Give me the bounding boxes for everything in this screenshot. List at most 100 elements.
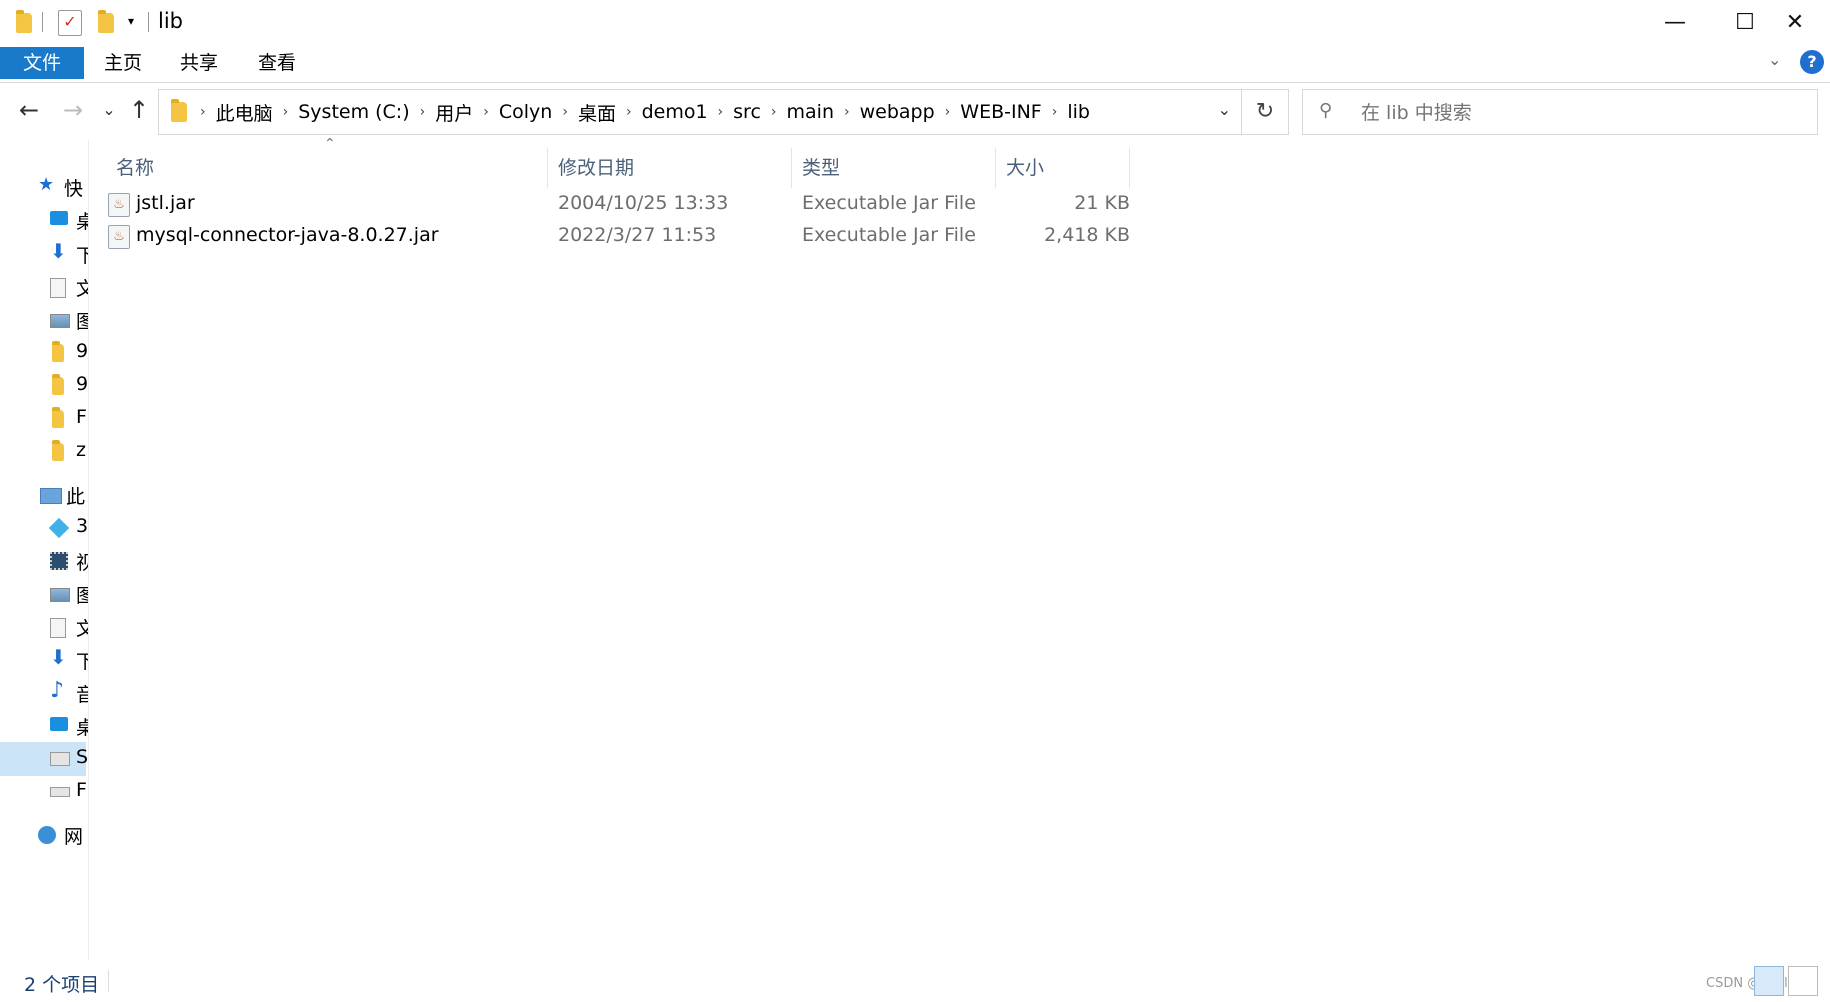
divider: [108, 970, 109, 992]
help-icon[interactable]: ?: [1800, 50, 1824, 74]
computer-icon: [40, 488, 62, 504]
sidebar-item-folder[interactable]: 9: [0, 336, 89, 370]
chevron-right-icon[interactable]: ›: [197, 104, 209, 120]
network-icon: [38, 826, 56, 844]
column-header-type[interactable]: 类型: [792, 148, 996, 188]
drive-icon: [50, 787, 70, 797]
picture-icon: [50, 588, 70, 602]
sidebar-item-folder[interactable]: F: [0, 402, 87, 436]
breadcrumb-item[interactable]: Colyn: [492, 101, 559, 123]
download-icon: ⬇: [50, 645, 67, 669]
chevron-right-icon[interactable]: ›: [559, 104, 571, 120]
tab-file[interactable]: 文件: [0, 47, 84, 79]
sidebar-item-pictures[interactable]: 图: [0, 303, 88, 337]
breadcrumb-item[interactable]: 用户: [428, 99, 480, 126]
details-view-button[interactable]: [1754, 966, 1784, 996]
tab-share[interactable]: 共享: [172, 47, 226, 79]
window-title: lib: [158, 9, 183, 33]
breadcrumb-item[interactable]: webapp: [853, 101, 942, 123]
customize-toolbar-icon[interactable]: ▾: [128, 14, 134, 38]
close-button[interactable]: ✕: [1760, 0, 1830, 44]
tab-view[interactable]: 查看: [250, 47, 304, 79]
chevron-right-icon[interactable]: ›: [417, 104, 429, 120]
sidebar-item-pictures[interactable]: 图: [0, 577, 88, 611]
file-type: Executable Jar File: [802, 192, 976, 214]
sidebar-item-desktop[interactable]: 桌: [0, 709, 88, 743]
sidebar-item-system-drive[interactable]: S: [0, 742, 88, 776]
chevron-right-icon[interactable]: ›: [280, 104, 292, 120]
back-button[interactable]: ←: [14, 95, 44, 125]
breadcrumb-item[interactable]: WEB-INF: [953, 101, 1048, 123]
divider: [148, 12, 149, 32]
navigation-bar: ← → ⌄ ↑ › 此电脑 › System (C:) › 用户 › Colyn…: [0, 83, 1830, 139]
breadcrumb-item[interactable]: demo1: [635, 101, 715, 123]
sidebar-item-label: F: [76, 779, 87, 801]
sidebar-item-drive[interactable]: F: [0, 775, 87, 809]
3d-objects-icon: [48, 517, 70, 539]
sidebar-item-network[interactable]: 网: [0, 818, 86, 852]
title-bar: ✓ ▾ lib — ☐ ✕: [0, 0, 1830, 44]
sidebar-item-label: 快: [64, 178, 84, 200]
up-button[interactable]: ↑: [124, 95, 154, 125]
address-bar[interactable]: › 此电脑 › System (C:) › 用户 › Colyn › 桌面 › …: [158, 89, 1242, 135]
properties-icon[interactable]: ✓: [58, 10, 82, 36]
chevron-right-icon[interactable]: ›: [942, 104, 954, 120]
column-header-name[interactable]: 名称: [106, 148, 548, 188]
chevron-right-icon[interactable]: ›: [768, 104, 780, 120]
tab-home[interactable]: 主页: [96, 47, 150, 79]
chevron-right-icon[interactable]: ›: [480, 104, 492, 120]
forward-button[interactable]: →: [58, 95, 88, 125]
breadcrumb-item[interactable]: System (C:): [291, 101, 416, 123]
sidebar-item-documents[interactable]: 文: [0, 610, 88, 644]
sidebar-item-label: F: [76, 406, 87, 428]
folder-icon: [171, 99, 187, 122]
breadcrumb-item[interactable]: 此电脑: [209, 99, 280, 126]
sidebar-item-downloads[interactable]: ⬇ 下: [0, 643, 88, 677]
search-input[interactable]: [1359, 98, 1803, 128]
sidebar-item-this-pc[interactable]: 此: [0, 478, 86, 512]
breadcrumb-item[interactable]: 桌面: [571, 99, 623, 126]
large-icons-view-button[interactable]: [1788, 966, 1818, 996]
sidebar-item-documents[interactable]: 文: [0, 270, 88, 304]
new-folder-icon[interactable]: [98, 10, 114, 33]
column-header-modified[interactable]: 修改日期: [548, 148, 792, 188]
table-row[interactable]: ♨ mysql-connector-java-8.0.27.jar 2022/3…: [108, 222, 1208, 252]
sidebar-item-folder[interactable]: 9: [0, 369, 88, 403]
file-type: Executable Jar File: [802, 224, 976, 246]
file-size: 21 KB: [1074, 192, 1130, 214]
desktop-icon: [50, 717, 68, 731]
recent-locations-button[interactable]: ⌄: [94, 95, 124, 125]
chevron-right-icon[interactable]: ›: [623, 104, 635, 120]
sidebar-item-label: 此: [66, 486, 86, 508]
chevron-down-icon[interactable]: ⌄: [1218, 100, 1231, 119]
picture-icon: [50, 314, 70, 328]
breadcrumb-item[interactable]: lib: [1060, 101, 1097, 123]
table-row[interactable]: ♨ jstl.jar 2004/10/25 13:33 Executable J…: [108, 190, 1208, 220]
sidebar-item-desktop[interactable]: 桌: [0, 203, 88, 237]
sidebar-item-label: 9: [76, 340, 89, 362]
download-icon: ⬇: [50, 239, 67, 263]
chevron-right-icon[interactable]: ›: [841, 104, 853, 120]
sidebar-item-downloads[interactable]: ⬇ 下: [0, 237, 88, 271]
folder-icon: [52, 374, 64, 395]
chevron-right-icon[interactable]: ›: [1049, 104, 1061, 120]
sidebar-item-music[interactable]: ♪ 音: [0, 676, 88, 710]
search-box[interactable]: ⚲: [1302, 89, 1818, 135]
column-header-size[interactable]: 大小: [996, 148, 1130, 188]
sidebar-item-videos[interactable]: 视: [0, 544, 88, 578]
refresh-button[interactable]: ↻: [1242, 89, 1289, 135]
document-icon: [50, 618, 66, 638]
sidebar-item-3d-objects[interactable]: 3: [0, 511, 89, 545]
chevron-down-icon[interactable]: ⌄: [1768, 50, 1781, 69]
breadcrumb-item[interactable]: main: [780, 101, 841, 123]
status-bar: 2 个项目 CSDN @|Ctrl: [0, 962, 1830, 1002]
file-size: 2,418 KB: [1044, 224, 1130, 246]
sidebar-item-folder[interactable]: z: [0, 435, 86, 469]
breadcrumb-item[interactable]: src: [726, 101, 768, 123]
file-name: mysql-connector-java-8.0.27.jar: [136, 224, 439, 246]
minimize-button[interactable]: —: [1640, 0, 1710, 44]
sidebar-item-quick-access[interactable]: ★ 快: [0, 170, 86, 204]
chevron-right-icon[interactable]: ›: [715, 104, 727, 120]
search-icon: ⚲: [1319, 100, 1333, 121]
sidebar-item-label: 3: [76, 515, 89, 537]
